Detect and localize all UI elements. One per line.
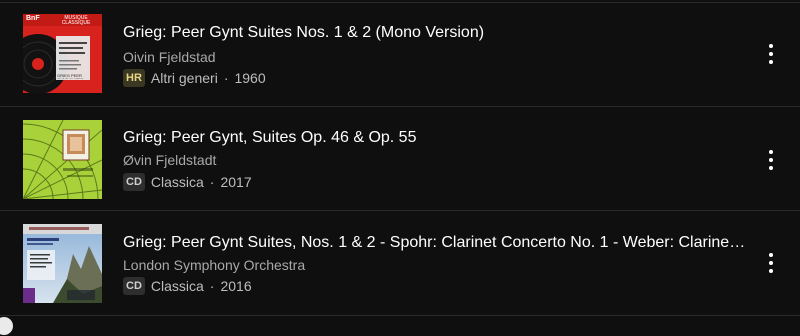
- more-vertical-icon[interactable]: [766, 253, 776, 273]
- scroll-indicator: [0, 317, 13, 335]
- album-artist[interactable]: Øvin Fjeldstadt: [123, 152, 216, 168]
- meta-separator: ·: [209, 278, 215, 294]
- album-artist[interactable]: Oivin Fjeldstad: [123, 49, 216, 65]
- album-meta: CD Classica · 2016: [123, 277, 252, 295]
- cover-brand-text: BnF: [26, 15, 40, 22]
- album-genre: Classica: [150, 278, 204, 294]
- album-year: 2017: [220, 174, 252, 190]
- album-row[interactable]: Grieg: Peer Gynt, Suites Op. 46 & Op. 55…: [0, 107, 800, 211]
- album-row[interactable]: Grieg: Peer Gynt Suites, Nos. 1 & 2 - Sp…: [0, 211, 800, 316]
- cover-series-text: MUSIQUE CLASSIQUE: [61, 15, 91, 26]
- album-meta: CD Classica · 2017: [123, 173, 252, 191]
- album-title[interactable]: Grieg: Peer Gynt, Suites Op. 46 & Op. 55: [123, 129, 416, 147]
- album-row[interactable]: BnF MUSIQUE CLASSIQUE GRIEG PEER GYNT SU…: [0, 3, 800, 107]
- album-cover[interactable]: BnF MUSIQUE CLASSIQUE GRIEG PEER GYNT SU…: [23, 14, 102, 93]
- more-vertical-icon[interactable]: [766, 150, 776, 170]
- album-year: 2016: [220, 278, 252, 294]
- album-cover[interactable]: [23, 224, 102, 303]
- album-genre: Classica: [150, 174, 204, 190]
- album-title[interactable]: Grieg: Peer Gynt Suites, Nos. 1 & 2 - Sp…: [123, 234, 748, 252]
- album-artist[interactable]: London Symphony Orchestra: [123, 257, 305, 273]
- hi-res-badge: HR: [123, 69, 145, 87]
- more-vertical-icon[interactable]: [766, 44, 776, 64]
- cd-badge: CD: [123, 173, 145, 191]
- album-year: 1960: [234, 70, 266, 86]
- album-title[interactable]: Grieg: Peer Gynt Suites Nos. 1 & 2 (Mono…: [123, 24, 484, 42]
- meta-separator: ·: [209, 174, 215, 190]
- album-cover[interactable]: [23, 120, 102, 199]
- cd-badge: CD: [123, 277, 145, 295]
- cover-title-text: GRIEG PEER GYNT SUITES NOS. 1&2: [57, 74, 84, 79]
- meta-separator: ·: [223, 70, 229, 86]
- album-list: BnF MUSIQUE CLASSIQUE GRIEG PEER GYNT SU…: [0, 0, 800, 336]
- album-genre: Altri generi: [150, 70, 218, 86]
- album-meta: HR Altri generi · 1960: [123, 69, 266, 87]
